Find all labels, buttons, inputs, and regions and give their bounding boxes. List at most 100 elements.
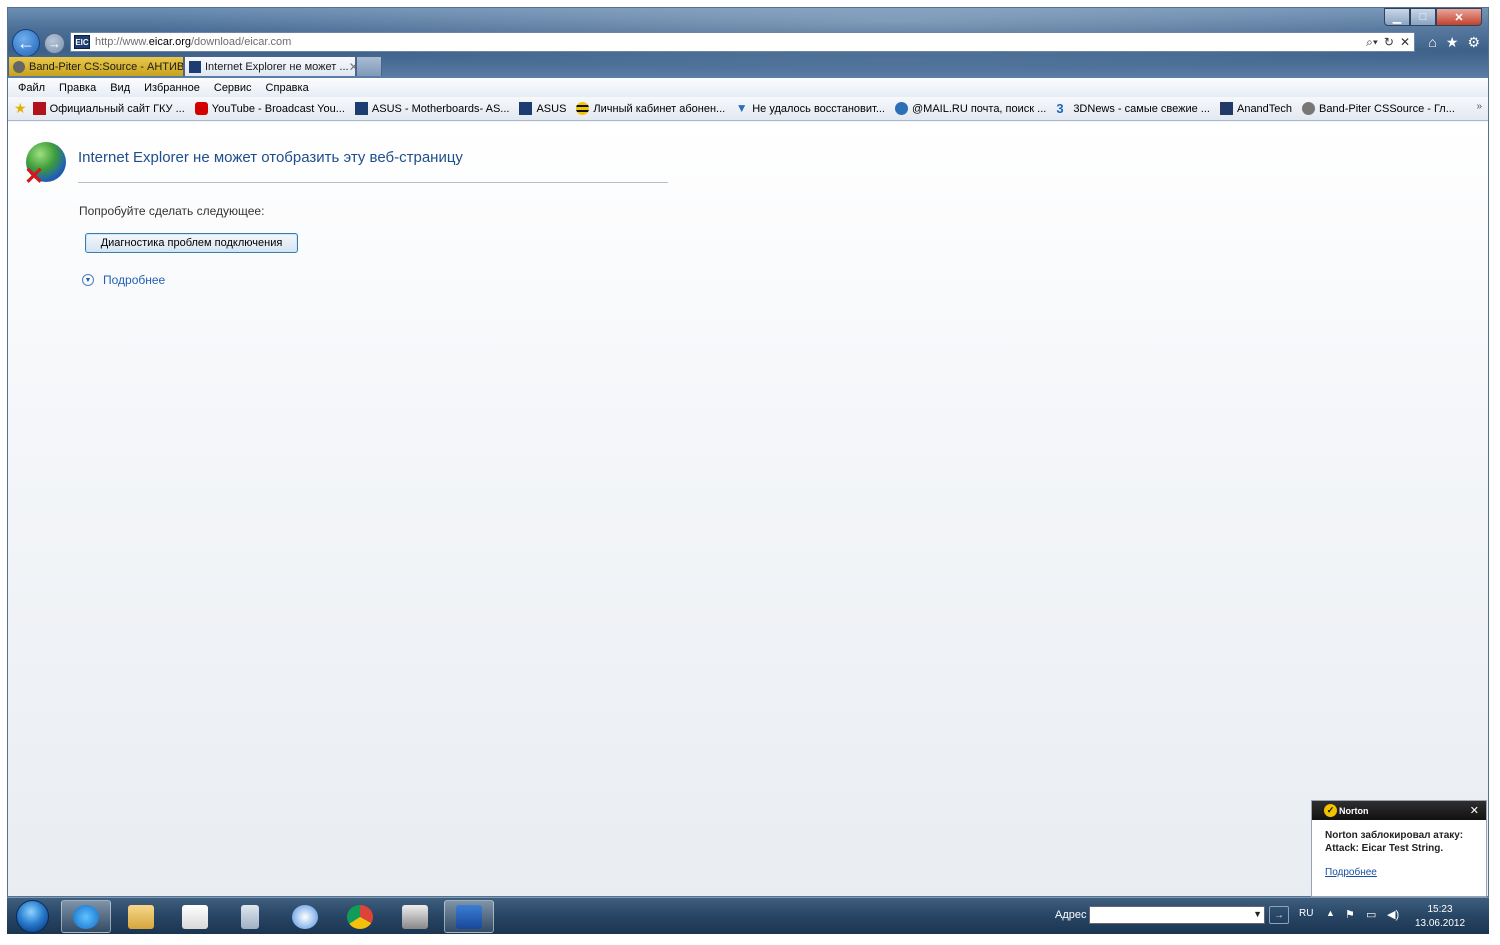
favorite-link[interactable]: Официальный сайт ГКУ ... — [32, 102, 185, 115]
favorite-label: YouTube - Broadcast You... — [211, 102, 345, 115]
more-favorites-chevron-icon[interactable]: » — [1476, 101, 1482, 112]
new-tab-button[interactable] — [356, 56, 382, 76]
forward-button[interactable]: → — [44, 33, 65, 54]
more-info-link[interactable]: ▼ Подробнее — [82, 273, 165, 287]
taskbar-safari-button[interactable] — [280, 900, 330, 933]
taskbar-address-label: Адрес — [1055, 909, 1087, 921]
favorite-label: Не удалось восстановит... — [752, 102, 885, 115]
chevron-down-icon: ▼ — [82, 274, 94, 286]
menu-item-favorites[interactable]: Избранное — [144, 82, 200, 94]
taskbar-explorer-button[interactable] — [116, 900, 166, 933]
start-button[interactable] — [16, 900, 49, 933]
gku-site-icon — [32, 102, 46, 115]
title-bar: ▁ □ ✕ ← → EIC http://www.eicar.org/downl… — [8, 8, 1488, 78]
browser-tools: ⌂ ★ ⚙ — [1428, 34, 1480, 51]
title-divider — [78, 182, 668, 183]
favorite-link[interactable]: @MAIL.RU почта, поиск ... — [895, 102, 1046, 115]
favorite-link[interactable]: AnandTech — [1219, 102, 1292, 115]
menu-item-file[interactable]: Файл — [18, 82, 45, 94]
language-indicator[interactable]: RU — [1299, 908, 1313, 919]
page-icon: ▼ — [735, 101, 748, 115]
anandtech-icon — [1219, 102, 1233, 115]
eicar-favicon — [189, 60, 201, 73]
menu-item-tools[interactable]: Сервис — [214, 82, 252, 94]
word-icon — [456, 904, 482, 929]
favorite-link[interactable]: Личный кабинет абонен... — [576, 102, 725, 115]
beeline-icon — [576, 102, 590, 115]
norton-check-icon: ✓ — [1324, 804, 1337, 817]
back-button[interactable]: ← — [12, 29, 40, 57]
favorite-label: ASUS — [536, 102, 567, 115]
taskbar-media-player-button[interactable] — [170, 900, 220, 933]
band-piter-favicon — [13, 60, 25, 73]
favorite-link[interactable]: ASUS — [519, 102, 566, 115]
favorite-label: Официальный сайт ГКУ ... — [49, 102, 185, 115]
dropdown-arrow-icon[interactable]: ▼ — [1253, 909, 1262, 919]
flag-icon[interactable]: ⚑ — [1345, 908, 1355, 921]
tab-band-piter[interactable]: Band-Piter CS:Source - АНТИВ... — [8, 56, 184, 76]
favorite-link[interactable]: 3 3DNews - самые свежие ... — [1056, 102, 1210, 115]
gear-icon[interactable]: ⚙ — [1467, 34, 1480, 51]
minimize-button[interactable]: ▁ — [1384, 8, 1410, 26]
home-icon[interactable]: ⌂ — [1428, 34, 1436, 51]
media-player-icon — [182, 904, 208, 929]
taskbar-ie-button[interactable] — [61, 900, 111, 933]
taskbar-clock[interactable]: 15:23 13.06.2012 — [1412, 903, 1468, 931]
taskbar-address-input[interactable]: ▼ — [1089, 906, 1265, 924]
navigation-row: ← → EIC http://www.eicar.org/download/ei… — [8, 28, 1488, 57]
menu-item-edit[interactable]: Правка — [59, 82, 96, 94]
tab-label: Internet Explorer не может ... — [205, 60, 349, 73]
menu-item-help[interactable]: Справка — [266, 82, 309, 94]
favorites-bar: ★ Официальный сайт ГКУ ... YouTube - Bro… — [8, 97, 1488, 121]
search-icon[interactable]: ⌕▾ — [1366, 35, 1378, 50]
volume-icon[interactable]: ◀) — [1387, 908, 1399, 921]
favorite-link[interactable]: Band-Piter CSSource - Гл... — [1302, 102, 1455, 115]
url-domain: eicar.org — [148, 36, 191, 48]
stop-icon[interactable]: ✕ — [1400, 35, 1410, 50]
maximize-button[interactable]: □ — [1410, 8, 1436, 26]
mail-ru-icon — [895, 102, 908, 115]
tab-label: Band-Piter CS:Source - АНТИВ... — [29, 60, 184, 73]
red-x-icon: ✕ — [24, 163, 45, 190]
browser-window: ▁ □ ✕ ← → EIC http://www.eicar.org/downl… — [7, 7, 1489, 897]
norton-more-link[interactable]: Подробнее — [1325, 867, 1377, 878]
band-piter-icon — [1302, 102, 1316, 115]
address-bar[interactable]: EIC http://www.eicar.org/download/eicar.… — [70, 32, 1415, 52]
menu-bar: Файл Правка Вид Избранное Сервис Справка — [8, 78, 1488, 97]
favorite-link[interactable]: ▼ Не удалось восстановит... — [735, 102, 885, 115]
close-notification-icon[interactable]: ✕ — [1470, 804, 1479, 817]
refresh-icon[interactable]: ↻ — [1384, 35, 1394, 50]
menu-item-view[interactable]: Вид — [110, 82, 130, 94]
norton-notification: ✓ Norton ✕ Norton заблокировал атаку: At… — [1311, 800, 1487, 897]
favorites-add-icon[interactable]: ★ — [14, 100, 27, 117]
show-hidden-icons-chevron-icon[interactable]: ▲ — [1326, 908, 1335, 918]
taskbar: Адрес ▼ → RU ▲ ⚑ ▭ ◀) 15:23 13.06.2012 — [7, 897, 1489, 934]
favorite-link[interactable]: ASUS - Motherboards- AS... — [354, 102, 510, 115]
norton-brand: Norton — [1339, 805, 1369, 816]
url-text[interactable]: http://www.eicar.org/download/eicar.com — [95, 36, 291, 48]
url-path: /download/eicar.com — [191, 36, 292, 48]
taskbar-calculator-button[interactable] — [225, 900, 275, 933]
taskbar-word-button[interactable] — [444, 900, 494, 933]
taskbar-chrome-button[interactable] — [335, 900, 385, 933]
eicar-site-icon: EIC — [74, 35, 90, 49]
favorites-star-icon[interactable]: ★ — [1446, 34, 1459, 51]
taskbar-fax-button[interactable] — [390, 900, 440, 933]
taskbar-go-button[interactable]: → — [1269, 906, 1289, 924]
page-title: Internet Explorer не может отобразить эт… — [78, 149, 463, 166]
close-window-button[interactable]: ✕ — [1436, 8, 1482, 26]
network-icon[interactable]: ▭ — [1366, 908, 1376, 921]
asus-icon — [354, 102, 368, 115]
favorite-label: ASUS - Motherboards- AS... — [371, 102, 510, 115]
suggestion-text: Попробуйте сделать следующее: — [79, 204, 265, 218]
close-tab-icon[interactable]: ✕ — [349, 60, 355, 74]
norton-message: Norton заблокировал атаку: Attack: Eicar… — [1325, 830, 1464, 854]
fax-icon — [402, 904, 428, 929]
desktop-screen: ▁ □ ✕ ← → EIC http://www.eicar.org/downl… — [0, 0, 1500, 945]
tab-ie-error[interactable]: Internet Explorer не может ... ✕ — [184, 56, 356, 76]
globe-error-icon: ✕ — [24, 142, 66, 190]
back-arrow-icon: ← — [17, 32, 35, 53]
favorite-link[interactable]: YouTube - Broadcast You... — [194, 102, 345, 115]
calculator-icon — [241, 904, 259, 929]
diagnose-connection-button[interactable]: Диагностика проблем подключения — [85, 233, 298, 253]
